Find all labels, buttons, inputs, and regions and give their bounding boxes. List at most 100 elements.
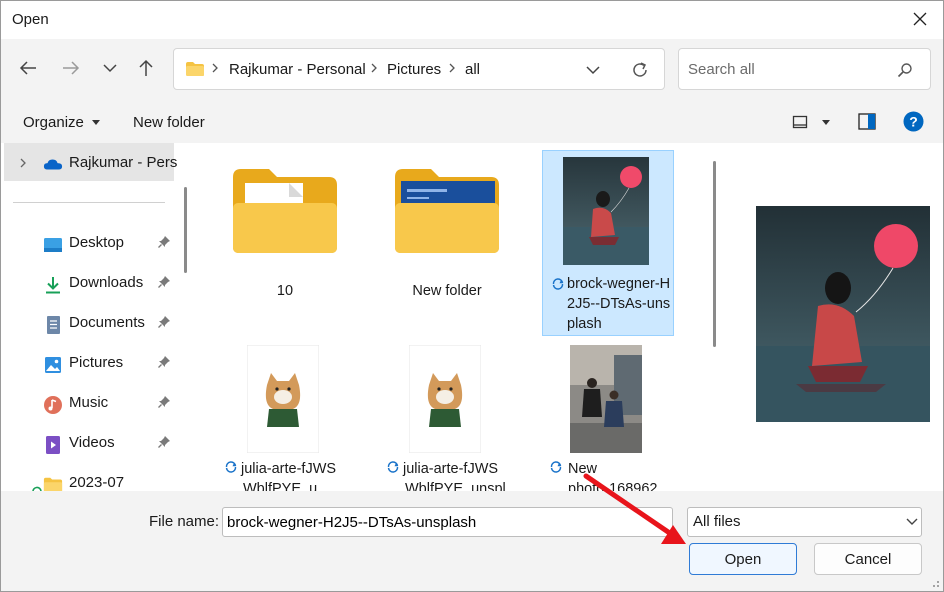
folder-icon	[395, 169, 499, 253]
dialog-footer: File name: All files Open Cancel	[1, 491, 943, 591]
file-item-julia-arte-2[interactable]: julia-arte-fJWS WblfPYE_unspl	[381, 339, 513, 491]
pin-icon[interactable]	[157, 235, 171, 249]
search-input[interactable]: Search all	[688, 61, 755, 78]
chevron-down-icon	[906, 518, 918, 525]
search-box[interactable]: Search all	[678, 48, 931, 90]
file-item-new-photo[interactable]: New photo-168962	[542, 339, 674, 491]
document-icon	[47, 316, 60, 334]
file-name: New folder	[412, 283, 482, 299]
address-bar[interactable]: Rajkumar - Personal Pictures all	[173, 48, 665, 90]
picture-icon	[45, 357, 61, 373]
chevron-right-icon	[212, 63, 218, 73]
svg-text:?: ?	[909, 114, 918, 130]
close-button[interactable]	[897, 1, 943, 37]
file-name: julia-arte-fJWS	[241, 461, 337, 477]
image-thumbnail	[570, 345, 642, 453]
open-file-dialog: Open Rajkumar - Personal Pictures all Se…	[0, 0, 944, 592]
desktop-icon	[44, 238, 62, 252]
sidebar-item-downloads[interactable]: Downloads	[1, 263, 177, 303]
sidebar-item-label: 2023-07	[69, 474, 125, 491]
pin-icon[interactable]	[157, 355, 171, 369]
up-button[interactable]	[130, 51, 162, 85]
sidebar-item-label: Music	[69, 394, 109, 411]
sync-status-icon	[550, 461, 562, 473]
breadcrumb-all[interactable]: all	[465, 61, 480, 78]
file-item-folder-10[interactable]: 10	[219, 151, 351, 323]
back-button[interactable]	[12, 51, 44, 85]
sidebar-item-label: Pictures	[69, 354, 124, 371]
file-name: New	[568, 461, 598, 477]
folder-icon	[186, 62, 204, 76]
image-thumbnail	[563, 157, 649, 265]
chevron-right-icon	[449, 63, 455, 73]
sync-status-icon	[552, 278, 564, 290]
arrow-left-icon	[19, 61, 36, 75]
file-item-brock-wegner[interactable]: brock-wegner-H2J5--DTsAs-unsplash	[542, 150, 674, 336]
arrow-right-icon	[63, 61, 80, 75]
file-item-new-folder[interactable]: New folder	[381, 151, 513, 323]
download-arrow-icon	[46, 277, 60, 294]
sidebar-item-2023-07[interactable]: 2023-07	[1, 463, 177, 491]
organize-button[interactable]: Organize	[23, 114, 101, 131]
file-name: julia-arte-fJWS	[403, 461, 499, 477]
refresh-icon[interactable]	[630, 60, 650, 80]
sync-status-icon	[387, 461, 399, 473]
view-options-icon[interactable]	[792, 114, 808, 130]
recent-locations-button[interactable]	[94, 51, 126, 85]
pin-icon[interactable]	[157, 315, 171, 329]
folder-icon	[233, 169, 337, 253]
title-bar: Open	[1, 1, 943, 39]
chevron-right-icon[interactable]	[19, 157, 27, 169]
chevron-right-icon	[371, 63, 377, 73]
sync-status-icon	[225, 461, 237, 473]
sidebar-item-pictures[interactable]: Pictures	[1, 343, 177, 383]
organize-label: Organize	[23, 114, 84, 131]
sidebar-item-videos[interactable]: Videos	[1, 423, 177, 463]
music-icon	[44, 396, 62, 414]
sidebar-divider	[13, 202, 165, 203]
file-name: 10	[276, 283, 294, 299]
search-icon	[897, 63, 912, 78]
breadcrumb-personal[interactable]: Rajkumar - Personal	[229, 61, 366, 78]
file-item-julia-arte-1[interactable]: julia-arte-fJWS WblfPYE_u	[219, 339, 351, 491]
cancel-button[interactable]: Cancel	[814, 543, 922, 575]
file-name-label: File name:	[149, 513, 220, 530]
sidebar-item-label: Desktop	[69, 234, 125, 251]
file-name-line2: WblfPYE_unspl	[405, 481, 506, 491]
open-button[interactable]: Open	[689, 543, 797, 575]
breadcrumb-pictures[interactable]: Pictures	[387, 61, 441, 78]
caret-down-icon[interactable]	[822, 120, 830, 125]
sidebar-item-music[interactable]: Music	[1, 383, 177, 423]
pin-icon[interactable]	[157, 435, 171, 449]
command-bar: Organize New folder ?	[1, 101, 943, 143]
navigation-bar: Rajkumar - Personal Pictures all Search …	[1, 39, 943, 101]
forward-button[interactable]	[55, 51, 87, 85]
file-type-select[interactable]: All files	[687, 507, 922, 537]
folder-icon	[43, 477, 63, 491]
new-folder-button[interactable]: New folder	[133, 114, 205, 131]
file-list: 10 New folder brock-wegner-H2J5--DTsAs-u…	[196, 143, 706, 491]
pin-icon[interactable]	[157, 395, 171, 409]
sidebar-item-label: Documents	[69, 314, 145, 331]
preview-pane-icon[interactable]	[858, 113, 876, 130]
help-icon[interactable]: ?	[903, 111, 924, 132]
sidebar-item-documents[interactable]: Documents	[1, 303, 177, 343]
file-name: brock-wegner-H2J5--DTsAs-unsplash	[567, 276, 671, 332]
chevron-down-icon	[103, 64, 117, 73]
file-name-line2: photo-168962	[568, 481, 658, 491]
pin-icon[interactable]	[157, 275, 171, 289]
resize-grip-icon[interactable]	[930, 578, 940, 588]
sidebar-item-label: Downloads	[69, 274, 144, 291]
chevron-down-icon[interactable]	[586, 65, 600, 75]
image-thumbnail	[409, 345, 481, 453]
sidebar-item-label: Videos	[69, 434, 115, 451]
file-type-value: All files	[693, 513, 741, 530]
sidebar-item-desktop[interactable]: Desktop	[1, 223, 177, 263]
file-name-line2: WblfPYE_u	[243, 481, 318, 491]
sidebar-scrollbar[interactable]	[184, 187, 187, 273]
file-list-scrollbar[interactable]	[713, 161, 716, 347]
file-name-field[interactable]	[222, 507, 673, 537]
preview-pane	[725, 143, 943, 491]
sidebar-item-onedrive[interactable]: Rajkumar - Perso	[1, 143, 177, 183]
onedrive-cloud-icon	[43, 159, 63, 170]
